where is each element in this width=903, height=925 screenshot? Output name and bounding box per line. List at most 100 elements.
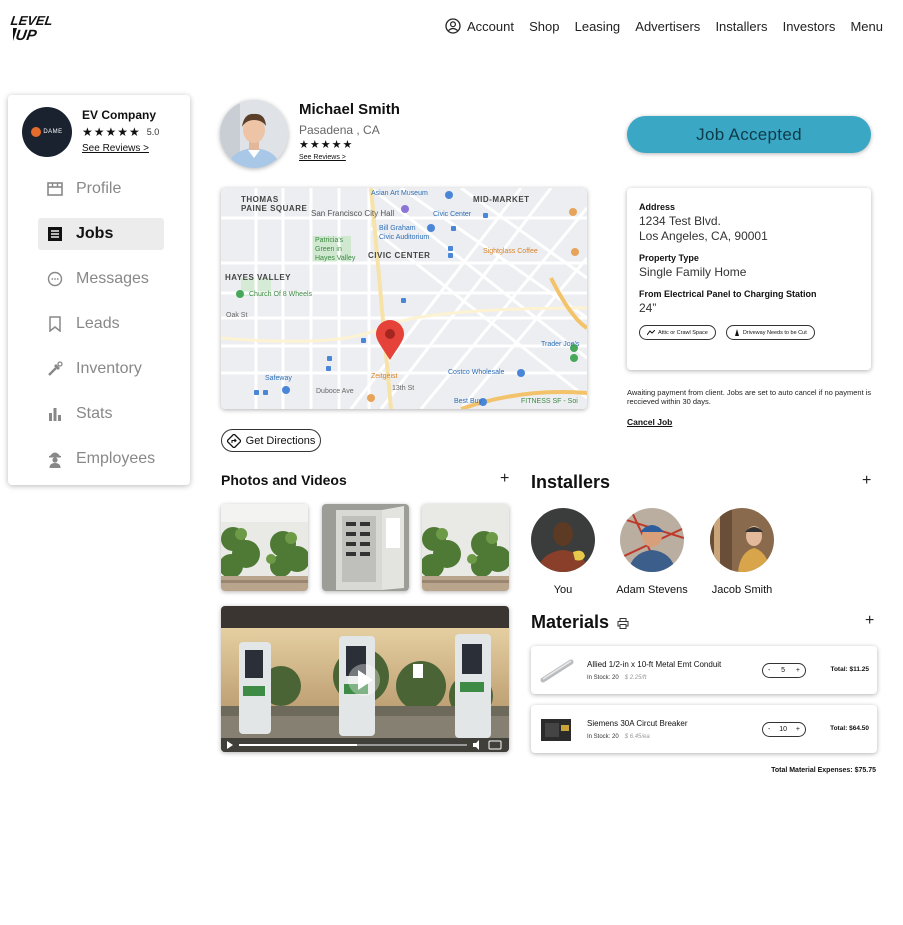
sidebar-item-employees[interactable]: Employees — [38, 443, 164, 475]
sidebar-item-messages[interactable]: Messages — [38, 263, 164, 295]
cancel-job-link[interactable]: Cancel Job — [627, 417, 672, 427]
sidebar-item-label: Messages — [76, 270, 149, 287]
client-avatar[interactable] — [220, 100, 288, 168]
quantity-stepper[interactable]: - 10 + — [762, 722, 806, 737]
conduit-image — [537, 650, 577, 690]
directions-icon — [226, 433, 241, 448]
map-label: Oak St — [226, 312, 248, 319]
installer-name: Adam Stevens — [616, 584, 688, 596]
job-status-button[interactable]: Job Accepted — [627, 116, 871, 153]
bar-chart-icon — [46, 405, 64, 423]
material-total: Total: $11.25 — [830, 666, 869, 673]
nav-leasing[interactable]: Leasing — [575, 19, 621, 34]
sidebar-item-stats[interactable]: Stats — [38, 398, 164, 430]
client-see-reviews-link[interactable]: See Reviews > — [299, 154, 346, 161]
map-label: FITNESS SF - Soi — [521, 398, 578, 405]
property-type-value: Single Family Home — [639, 265, 747, 279]
installer-name: You — [553, 584, 573, 596]
get-directions-button[interactable]: Get Directions — [221, 429, 321, 452]
nav-shop-label: Shop — [529, 18, 560, 34]
map-label: Asian Art Museum — [371, 190, 428, 197]
nav-installers[interactable]: Installers — [715, 19, 767, 34]
top-nav: Account Shop Leasing Advertisers Install… — [445, 16, 883, 36]
decrement-button[interactable]: - — [768, 667, 770, 674]
driveway-icon — [734, 329, 739, 336]
list-icon — [46, 225, 64, 243]
map-label: CIVIC CENTER — [368, 251, 431, 260]
installer-avatar — [620, 508, 684, 572]
nav-account[interactable]: Account — [445, 18, 514, 34]
add-material-button[interactable]: + — [865, 612, 874, 630]
material-unit-price: $ 2.25/ft — [624, 675, 647, 681]
print-icon[interactable] — [617, 616, 629, 634]
company-rating-value: 5.0 — [146, 127, 160, 137]
nav-menu[interactable]: Menu — [850, 19, 883, 34]
job-details-card: Address 1234 Test Blvd. Los Angeles, CA,… — [627, 188, 871, 370]
address-line2: Los Angeles, CA, 90001 — [639, 229, 768, 243]
map-label: San Francisco City Hall — [311, 209, 395, 218]
sidebar-item-leads[interactable]: Leads — [38, 308, 164, 340]
nav-account-label: Account — [467, 18, 514, 34]
job-location-map[interactable]: THOMAS PAINE SQUARE Asian Art Museum MID… — [221, 188, 587, 409]
company-rating-stars: ★★★★★ — [82, 125, 141, 139]
sidebar-item-profile[interactable]: Profile — [38, 173, 164, 205]
sidebar-item-label: Jobs — [76, 225, 114, 242]
increment-button[interactable]: + — [796, 726, 800, 733]
map-label: HAYES VALLEY — [225, 273, 292, 282]
video-play-icon — [348, 664, 380, 696]
map-label: Patricia's Green in Hayes Valley — [315, 237, 356, 262]
installer-card[interactable]: Jacob Smith — [697, 508, 787, 596]
installer-name: Jacob Smith — [711, 584, 773, 596]
photo-thumbnail[interactable] — [422, 504, 509, 591]
installer-card[interactable]: Adam Stevens — [607, 508, 697, 596]
account-icon — [445, 18, 461, 34]
photo-thumbnail[interactable] — [221, 504, 308, 591]
nav-investors[interactable]: Investors — [783, 19, 836, 34]
client-rating-stars: ★★★★★ — [299, 139, 354, 151]
photo-thumbnail[interactable] — [322, 504, 409, 591]
decrement-button[interactable]: - — [768, 726, 770, 733]
nav-advertisers[interactable]: Advertisers — [635, 19, 700, 34]
material-unit-price: $ 6.45/ea — [624, 734, 650, 740]
material-stock-count: In Stock: 20 — [587, 675, 619, 681]
map-label: Bill Graham Civic Auditorium — [379, 225, 430, 241]
svg-text:UP: UP — [15, 27, 39, 42]
sidebar-nav: Profile Jobs Messages Leads Inventory St… — [38, 173, 164, 488]
sidebar-item-inventory[interactable]: Inventory — [38, 353, 164, 385]
map-label: Best Buy — [454, 398, 483, 405]
level-up-logo[interactable]: LEVEL UP — [10, 12, 60, 44]
sidebar-item-label: Employees — [76, 450, 156, 467]
material-stock-count: In Stock: 20 — [587, 734, 619, 740]
map-label: Sightglass Coffee — [483, 248, 538, 255]
nav-investors-label: Investors — [782, 18, 836, 34]
installer-card[interactable]: You — [518, 508, 608, 596]
materials-title: Materials — [531, 612, 610, 632]
client-location: Pasadena , CA — [299, 123, 380, 137]
bookmark-icon — [46, 315, 64, 333]
nav-advertisers-label: Advertisers — [635, 18, 701, 34]
material-stock: In Stock: 20 $ 6.45/ea — [587, 734, 650, 740]
photos-videos-title: Photos and Videos — [221, 472, 347, 488]
distance-label: From Electrical Panel to Charging Statio… — [639, 289, 817, 299]
job-video-player[interactable] — [221, 606, 509, 752]
material-name: Allied 1/2-in x 10-ft Metal Emt Conduit — [587, 660, 722, 669]
add-photo-button[interactable]: + — [500, 470, 509, 488]
tag-attic-label: Attic or Crawl Space — [658, 329, 708, 336]
sidebar: DAME EV Company ★★★★★ 5.0 See Reviews > … — [8, 95, 190, 485]
increment-button[interactable]: + — [796, 667, 800, 674]
map-label: MID-MARKET — [473, 195, 530, 204]
map-label: Safeway — [265, 375, 292, 382]
nav-shop[interactable]: Shop — [529, 19, 559, 34]
sidebar-item-jobs[interactable]: Jobs — [38, 218, 164, 250]
sidebar-item-label: Stats — [76, 405, 113, 422]
nav-installers-label: Installers — [715, 18, 768, 34]
company-see-reviews-link[interactable]: See Reviews > — [82, 143, 159, 154]
map-label: Costco Wholesale — [448, 369, 505, 376]
company-card: DAME EV Company ★★★★★ 5.0 See Reviews > — [22, 107, 159, 157]
total-material-expenses: Total Material Expenses: $75.75 — [771, 767, 876, 774]
installers-title: Installers — [531, 472, 611, 492]
add-installer-button[interactable]: + — [862, 472, 871, 490]
map-label: Duboce Ave — [316, 388, 354, 395]
quantity-stepper[interactable]: - 5 + — [762, 663, 806, 678]
svg-text:LEVEL: LEVEL — [10, 13, 54, 28]
